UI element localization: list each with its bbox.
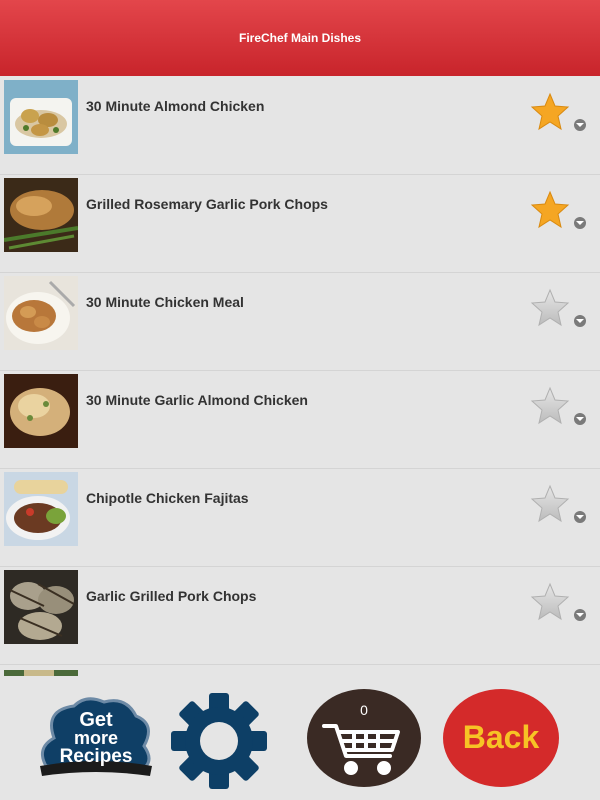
- back-label: Back: [463, 719, 540, 755]
- recipe-thumbnail: [4, 374, 78, 448]
- back-button[interactable]: Back: [442, 688, 560, 788]
- chevron-down-icon[interactable]: [574, 413, 586, 425]
- chevron-down-icon[interactable]: [574, 119, 586, 131]
- recipe-title: 30 Minute Chicken Meal: [86, 294, 244, 310]
- favorite-star-icon[interactable]: [530, 484, 570, 524]
- list-item[interactable]: Garlic Grilled Pork Chops: [0, 566, 600, 665]
- chevron-down-icon[interactable]: [574, 315, 586, 327]
- get-more-recipes-button[interactable]: Get more Recipes: [34, 694, 158, 778]
- list-item[interactable]: 30 Minute Almond Chicken: [0, 76, 600, 175]
- recipe-thumbnail: [4, 80, 78, 154]
- favorite-star-icon[interactable]: [530, 190, 570, 230]
- chevron-down-icon[interactable]: [574, 217, 586, 229]
- recipe-thumbnail: [4, 276, 78, 350]
- bottom-toolbar: Get more Recipes 0 Back: [0, 676, 600, 800]
- cart-count: 0: [360, 702, 368, 718]
- list-item[interactable]: 30 Minute Garlic Almond Chicken: [0, 370, 600, 469]
- recipe-title: Chipotle Chicken Fajitas: [86, 490, 249, 506]
- recipe-title: Grilled Rosemary Garlic Pork Chops: [86, 196, 328, 212]
- settings-button[interactable]: [170, 692, 268, 790]
- list-item[interactable]: Chipotle Chicken Fajitas: [0, 468, 600, 567]
- app-header: FireChef Main Dishes: [0, 0, 600, 76]
- recipe-title: 30 Minute Garlic Almond Chicken: [86, 392, 308, 408]
- chevron-down-icon[interactable]: [574, 511, 586, 523]
- get-more-line2: more: [74, 728, 118, 748]
- page-title: FireChef Main Dishes: [238, 31, 362, 45]
- favorite-star-icon[interactable]: [530, 288, 570, 328]
- recipe-thumbnail: [4, 472, 78, 546]
- favorite-star-icon[interactable]: [530, 92, 570, 132]
- recipe-list[interactable]: 30 Minute Almond Chicken Grilled Rosemar…: [0, 76, 600, 676]
- recipe-thumbnail: [4, 178, 78, 252]
- list-item[interactable]: 30 Minute Chicken Meal: [0, 272, 600, 371]
- recipe-thumbnail: [4, 570, 78, 644]
- favorite-star-icon[interactable]: [530, 386, 570, 426]
- favorite-star-icon[interactable]: [530, 582, 570, 622]
- get-more-line3: Recipes: [60, 746, 133, 767]
- recipe-title: Garlic Grilled Pork Chops: [86, 588, 257, 604]
- list-item[interactable]: Grilled Rosemary Garlic Pork Chops: [0, 174, 600, 273]
- cart-button[interactable]: 0: [306, 688, 422, 788]
- gear-icon: [171, 693, 267, 789]
- recipe-title: 30 Minute Almond Chicken: [86, 98, 265, 114]
- chevron-down-icon[interactable]: [574, 609, 586, 621]
- list-item[interactable]: [0, 664, 600, 676]
